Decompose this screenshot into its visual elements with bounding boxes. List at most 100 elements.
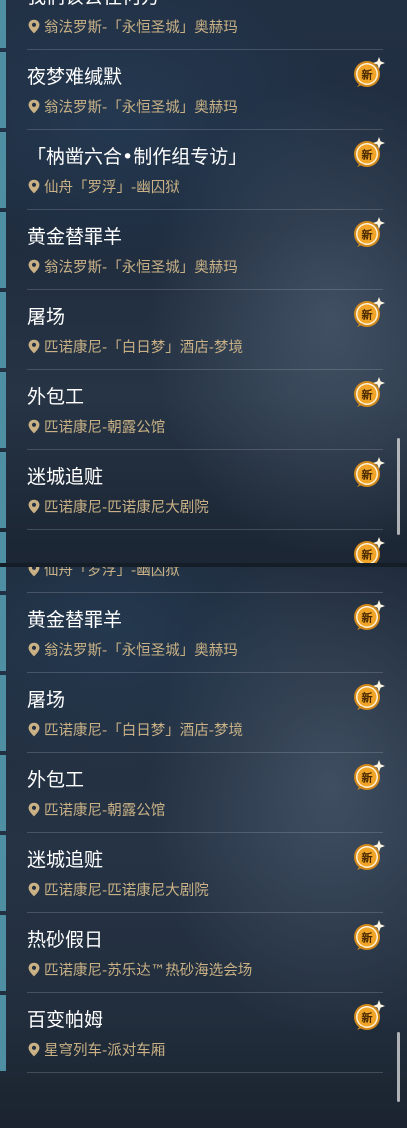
new-badge-icon: 新 [354,457,385,487]
location-pin-icon [28,642,40,657]
mission-list-bottom: 仙舟「罗浮」-幽囚狱 黄金替罪羊 翁法罗斯-「永恒圣城」奥赫玛 新 屠场 匹诺康… [0,566,407,1128]
mission-item[interactable]: 外包工 匹诺康尼-朝露公馆 新 [0,370,395,450]
item-accent-bar [0,566,6,591]
mission-location-text: 翁法罗斯-「永恒圣城」奥赫玛 [44,20,238,36]
mission-title: 迷城追赃 [27,849,104,871]
item-accent-bar [0,212,6,288]
mission-title: 屠场 [27,306,66,328]
mission-location-text: 匹诺康尼-苏乐达™热砂海选会场 [44,963,253,979]
new-badge-icon: 新 [354,377,385,407]
item-accent-bar [0,372,6,448]
item-accent-bar [0,675,6,751]
location-pin-icon [28,882,40,897]
mission-item[interactable]: 「枘凿六合•制作组专访」 仙舟「罗浮」-幽囚狱 新 [0,130,395,210]
mission-item[interactable]: 迷城追赃 匹诺康尼-匹诺康尼大剧院 新 [0,450,395,530]
item-accent-bar [0,0,6,48]
svg-text:新: 新 [362,691,373,705]
mission-item[interactable]: 百变帕姆 星穹列车-派对车厢 新 [0,993,395,1073]
scrollbar-thumb-top[interactable] [397,438,400,535]
mission-title: 屠场 [27,689,66,711]
mission-item[interactable]: 屠场 匹诺康尼-「白日梦」酒店-梦境 新 [0,290,395,370]
mission-item[interactable]: 我们该去往何方 翁法罗斯-「永恒圣城」奥赫玛 [0,0,395,50]
mission-location-text: 翁法罗斯-「永恒圣城」奥赫玛 [44,100,238,116]
mission-item[interactable]: 外包工 匹诺康尼-朝露公馆 新 [0,753,395,833]
item-accent-bar [0,755,6,831]
svg-text:新: 新 [362,228,373,242]
item-accent-bar [0,595,6,671]
mission-location: 仙舟「罗浮」-幽囚狱 [27,176,180,197]
mission-location-text: 星穹列车-派对车厢 [44,1043,166,1059]
location-pin-icon [28,962,40,977]
svg-text:新: 新 [362,468,373,482]
svg-text:新: 新 [362,611,373,625]
new-badge-icon: 新 [354,600,385,630]
location-pin-icon [28,99,40,114]
svg-text:新: 新 [362,388,373,402]
svg-text:新: 新 [362,148,373,162]
location-pin-icon [28,499,40,514]
item-accent-bar [0,452,6,528]
mission-location: 星穹列车-派对车厢 [27,1039,165,1060]
new-badge-icon: 新 [354,1000,385,1030]
new-badge-icon: 新 [354,137,385,167]
mission-location-text: 匹诺康尼-朝露公馆 [44,420,166,436]
mission-location-text: 匹诺康尼-朝露公馆 [44,803,166,819]
location-pin-icon [28,566,40,577]
mission-item[interactable]: 新 [0,530,395,566]
mission-location-text: 匹诺康尼-匹诺康尼大剧院 [44,500,209,516]
mission-title: 百变帕姆 [27,1009,104,1031]
new-badge-icon: 新 [354,537,385,566]
svg-text:新: 新 [362,771,373,785]
location-pin-icon [28,259,40,274]
mission-location: 翁法罗斯-「永恒圣城」奥赫玛 [27,16,238,37]
mission-title: 外包工 [27,769,85,791]
new-badge-icon: 新 [354,57,385,87]
mission-item[interactable]: 夜梦难缄默 翁法罗斯-「永恒圣城」奥赫玛 新 [0,50,395,130]
location-pin-icon [28,179,40,194]
mission-item[interactable]: 黄金替罪羊 翁法罗斯-「永恒圣城」奥赫玛 新 [0,210,395,290]
mission-item[interactable]: 迷城追赃 匹诺康尼-匹诺康尼大剧院 新 [0,833,395,913]
mission-location: 匹诺康尼-「白日梦」酒店-梦境 [27,336,243,357]
mission-location: 匹诺康尼-朝露公馆 [27,416,165,437]
mission-item[interactable]: 热砂假日 匹诺康尼-苏乐达™热砂海选会场 新 [0,913,395,993]
svg-text:新: 新 [362,1011,373,1025]
mission-location-text: 仙舟「罗浮」-幽囚狱 [44,566,180,579]
mission-location-text: 仙舟「罗浮」-幽囚狱 [44,180,180,196]
mission-location-text: 翁法罗斯-「永恒圣城」奥赫玛 [44,643,238,659]
new-badge-icon: 新 [354,297,385,327]
svg-text:新: 新 [362,548,373,562]
svg-text:新: 新 [362,931,373,945]
mission-location: 匹诺康尼-匹诺康尼大剧院 [27,496,209,517]
mission-location-text: 匹诺康尼-「白日梦」酒店-梦境 [44,340,243,356]
item-accent-bar [0,292,6,368]
item-accent-bar [0,995,6,1071]
mission-item[interactable]: 仙舟「罗浮」-幽囚狱 [0,566,395,593]
mission-list-top: 我们该去往何方 翁法罗斯-「永恒圣城」奥赫玛 夜梦难缄默 翁法罗斯-「永恒圣城」… [0,0,407,566]
new-badge-icon: 新 [354,760,385,790]
mission-location: 仙舟「罗浮」-幽囚狱 [27,566,180,580]
mission-location: 翁法罗斯-「永恒圣城」奥赫玛 [27,96,238,117]
mission-title: 我们该去往何方 [27,0,160,9]
location-pin-icon [28,419,40,434]
new-badge-icon: 新 [354,217,385,247]
mission-title: 热砂假日 [27,929,104,951]
item-accent-bar [0,915,6,991]
mission-title: 迷城追赃 [27,466,104,488]
new-badge-icon: 新 [354,840,385,870]
item-accent-bar [0,835,6,911]
mission-title: 外包工 [27,386,85,408]
scrollbar-thumb-bottom[interactable] [397,1032,400,1102]
mission-location: 匹诺康尼-「白日梦」酒店-梦境 [27,719,243,740]
location-pin-icon [28,722,40,737]
item-accent-bar [0,132,6,208]
svg-text:新: 新 [362,68,373,82]
mission-location-text: 匹诺康尼-匹诺康尼大剧院 [44,883,209,899]
mission-item[interactable]: 黄金替罪羊 翁法罗斯-「永恒圣城」奥赫玛 新 [0,593,395,673]
location-pin-icon [28,19,40,34]
mission-title: 夜梦难缄默 [27,66,123,88]
item-accent-bar [0,52,6,128]
mission-title: 黄金替罪羊 [27,609,123,631]
mission-location: 匹诺康尼-匹诺康尼大剧院 [27,879,209,900]
location-pin-icon [28,802,40,817]
mission-item[interactable]: 屠场 匹诺康尼-「白日梦」酒店-梦境 新 [0,673,395,753]
